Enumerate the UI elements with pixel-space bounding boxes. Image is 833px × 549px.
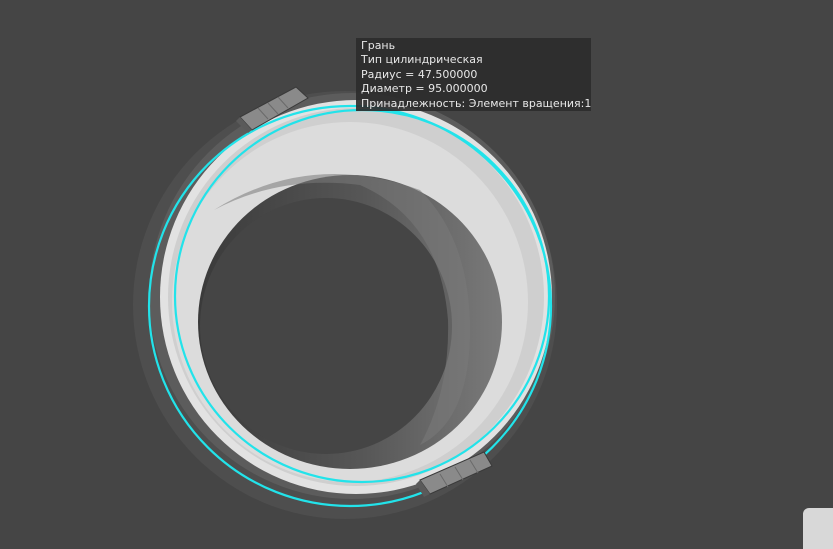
- tooltip-ownership: Принадлежность: Элемент вращения:1: [361, 96, 591, 110]
- tooltip-surface-type: Тип цилиндрическая: [361, 53, 483, 67]
- tooltip-entity-type: Грань: [361, 39, 396, 52]
- view-orientation-widget[interactable]: [803, 508, 833, 549]
- face-info-tooltip: Грань Тип цилиндрическая Радиус = 47.500…: [356, 38, 591, 111]
- ring-hole-opening: [200, 198, 452, 454]
- tooltip-radius: Радиус = 47.500000: [361, 67, 478, 81]
- 3d-viewport[interactable]: Грань Тип цилиндрическая Радиус = 47.500…: [0, 0, 833, 549]
- tooltip-diameter: Диаметр = 95.000000: [361, 82, 488, 96]
